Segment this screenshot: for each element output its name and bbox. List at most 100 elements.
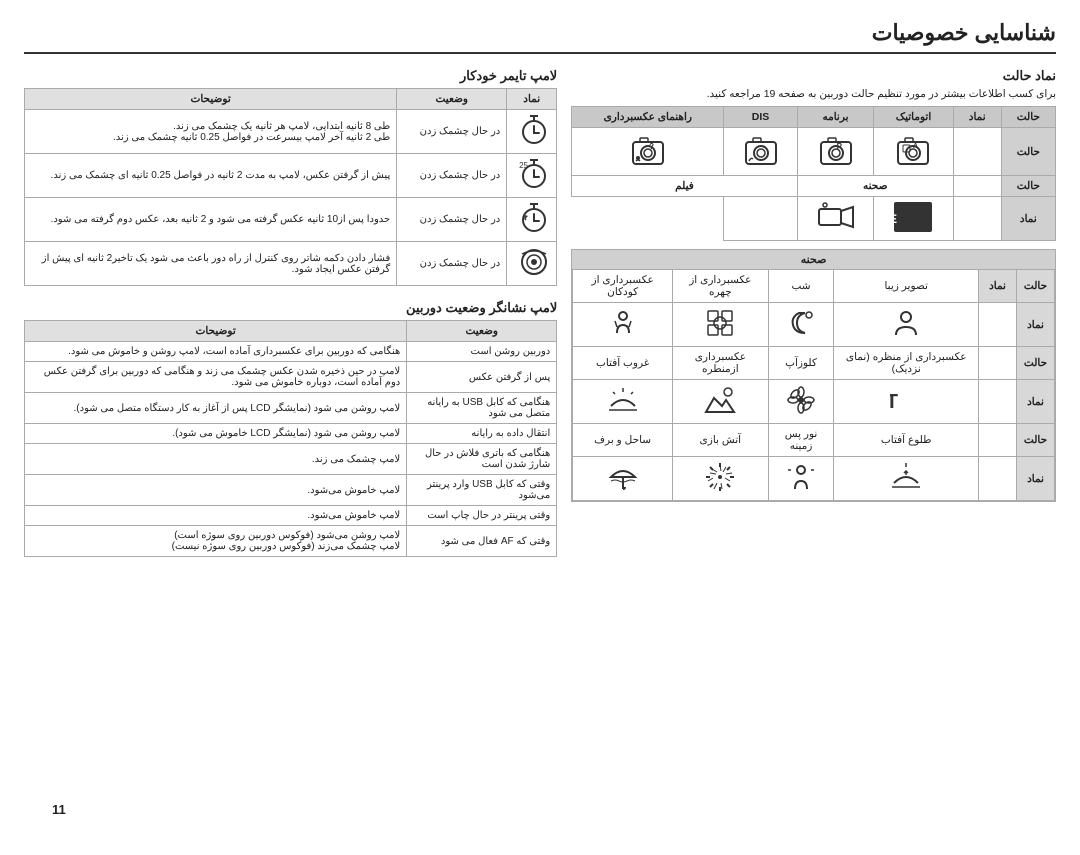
- telephoto-icon-svg: T: [890, 384, 922, 416]
- timer3-icon: [518, 202, 550, 234]
- backlight-icon-svg: [785, 461, 817, 493]
- scene-table: حالت نماد تصویر زیبا شب عکسبرداری از چهر…: [572, 269, 1055, 501]
- night-cell: شب: [768, 270, 834, 303]
- portrait-cell: تصویر زیبا: [834, 270, 979, 303]
- auto-camera-icon: A: [895, 132, 931, 168]
- scene-cell: صحنه: [797, 176, 953, 197]
- vaziat-cell: هنگامی که کابل USB به رایانه متصل می شود: [407, 393, 557, 424]
- film-cell: فیلم: [572, 176, 798, 197]
- hal-cell3: نماد: [1001, 197, 1055, 241]
- scene-header: صحنه: [572, 250, 1055, 269]
- left-panel: نماد حالت برای کسب اطلاعات بیشتر در مورد…: [571, 68, 1056, 557]
- lamp-status-title: لامپ نشانگر وضعیت دوربین: [24, 300, 557, 316]
- vaziat-cell: وقتی که AF فعال می شود: [407, 526, 557, 557]
- page-title: شناسایی خصوصیات: [24, 20, 1056, 54]
- col-vaziat: وضعیت: [397, 89, 507, 110]
- tozihat-cell: پیش از گرفتن عکس، لامپ به مدت 2 ثانیه در…: [25, 154, 397, 198]
- landscape-icon-svg: [704, 384, 736, 416]
- backlight-icon: [768, 457, 834, 501]
- tozihat-cell: طی 8 ثانیه ابتدایی، لامپ هر ثانیه یک چشم…: [25, 110, 397, 154]
- timer2-icon: 25: [518, 158, 550, 190]
- table-row: حالت: [572, 128, 1056, 176]
- dis-icon-cell: [724, 128, 797, 176]
- tozihat-cell: هنگامی که دوربین برای عکسبرداری آماده اس…: [25, 342, 407, 362]
- macro-icon: [768, 380, 834, 424]
- col-namad: نماد: [953, 107, 1001, 128]
- namad-label: نماد: [979, 270, 1017, 303]
- face-icon-svg: [704, 307, 736, 339]
- namad-blank5: [979, 457, 1017, 501]
- film-icon: [817, 201, 855, 233]
- col-program: برنامه: [797, 107, 873, 128]
- col-tozihat: توضیحات: [25, 321, 407, 342]
- lamp-status-section: لامپ نشانگر وضعیت دوربین وضعیت توضیحات د…: [24, 300, 557, 557]
- tozihat-cell: لامپ در حین ذخیره شدن عکس چشمک می زند و …: [25, 362, 407, 393]
- table-row: انتقال داده به رایانه لامپ روشن می شود (…: [25, 424, 557, 444]
- landscape-cell: عکسبرداری ازمنطره: [673, 347, 769, 380]
- table-row: حالت عکسبرداری از منظره (نمای نزدیک) کلو…: [573, 347, 1055, 380]
- tozihat-cell: لامپ روشن می شود (نمایشگر LCD پس از آغاز…: [25, 393, 407, 424]
- landscape-icon: [673, 380, 769, 424]
- namad-title: نماد حالت: [571, 68, 1056, 84]
- namad-section: نماد حالت برای کسب اطلاعات بیشتر در مورد…: [571, 68, 1056, 502]
- table-row: هنگامی که باتری فلاش در حال شارژ شدن است…: [25, 444, 557, 475]
- vaziat-cell: در حال چشمک زدن: [397, 154, 507, 198]
- hal-label: حالت: [1017, 270, 1055, 303]
- macro-cell: کلوزآپ: [768, 347, 834, 380]
- table-row: دوربین روشن است هنگامی که دوربین برای عک…: [25, 342, 557, 362]
- vaziat-cell: دوربین روشن است: [407, 342, 557, 362]
- table-row: وقتی پرینتر در حال چاپ است لامپ خاموش می…: [25, 506, 557, 526]
- icon-cell: [507, 198, 557, 242]
- col-guide: راهنمای عکسبرداری: [572, 107, 724, 128]
- dis-camera-icon: [743, 132, 779, 168]
- program-camera-icon: P: [818, 132, 854, 168]
- firework-icon-svg: [704, 461, 736, 493]
- svg-text:25: 25: [519, 161, 528, 170]
- vaziat-cell: در حال چشمک زدن: [397, 110, 507, 154]
- hal-cell: حالت: [1001, 128, 1055, 176]
- table-row: در حال چشمک زدن فشار دادن دکمه شاتر روی …: [25, 242, 557, 286]
- tozihat-cell: لامپ روشن می‌شود (فوکوس دوربین روی سوژه …: [25, 526, 407, 557]
- tozihat-cell: لامپ خاموش می‌شود.: [25, 506, 407, 526]
- table-row: حالت طلوع آفتاب نور پس زمینه آتش بازی سا…: [573, 424, 1055, 457]
- col-dis: DIS: [724, 107, 797, 128]
- namad-blank4: [979, 424, 1017, 457]
- portrait-icon-svg: [890, 307, 922, 339]
- right-panel: لامپ تایمر خودکار نماد وضعیت توضیحات: [24, 68, 557, 557]
- vaziat-cell: پس از گرفتن عکس: [407, 362, 557, 393]
- table-row: حالت صحنه فیلم: [572, 176, 1056, 197]
- scene-namad-cell: SCENE: [874, 197, 953, 241]
- col-tozihat: توضیحات: [25, 89, 397, 110]
- table-row: هنگامی که کابل USB به رایانه متصل می شود…: [25, 393, 557, 424]
- guide-icon-cell: ?: [572, 128, 724, 176]
- vaziat-cell: وقتی پرینتر در حال چاپ است: [407, 506, 557, 526]
- film-namad-cell: [797, 197, 873, 241]
- scene-section: صحنه حالت نماد تصویر زیبا شب عکسبرداری ا…: [571, 249, 1056, 502]
- kids-cell: عکسبرداری از کودکان: [573, 270, 673, 303]
- col-hal: حالت: [1001, 107, 1055, 128]
- auto-icon-cell: A: [874, 128, 953, 176]
- svg-text:?: ?: [649, 142, 654, 151]
- namad-label2: نماد: [1017, 380, 1055, 424]
- icon-cell: 25: [507, 154, 557, 198]
- face-icon: [673, 303, 769, 347]
- col-auto: اتوماتیک: [874, 107, 953, 128]
- hal-label2: نماد: [1017, 303, 1055, 347]
- vaziat-cell: در حال چشمک زدن: [397, 242, 507, 286]
- vaziat-cell: انتقال داده به رایانه: [407, 424, 557, 444]
- hal-cell2: حالت: [1001, 176, 1055, 197]
- table-row: در حال چشمک زدن طی 8 ثانیه ابتدایی، لامپ…: [25, 110, 557, 154]
- table-row: وقتی که AF فعال می شود لامپ روشن می‌شود …: [25, 526, 557, 557]
- col-namad: نماد: [507, 89, 557, 110]
- hal-label4: حالت: [1017, 424, 1055, 457]
- beach-icon: [573, 457, 673, 501]
- night-icon-svg: [785, 307, 817, 339]
- lamp-auto-title: لامپ تایمر خودکار: [24, 68, 557, 84]
- note-text: برای کسب اطلاعات بیشتر در مورد تنظیم حال…: [571, 88, 1056, 100]
- namad-blank: [979, 303, 1017, 347]
- tozihat-cell: حدودا پس از10 ثانیه عکس گرفته می شود و 2…: [25, 198, 397, 242]
- timer4-icon: [518, 246, 550, 278]
- svg-text:SCENE: SCENE: [893, 212, 897, 226]
- svg-text:A: A: [913, 143, 918, 150]
- namad-label3: نماد: [1017, 457, 1055, 501]
